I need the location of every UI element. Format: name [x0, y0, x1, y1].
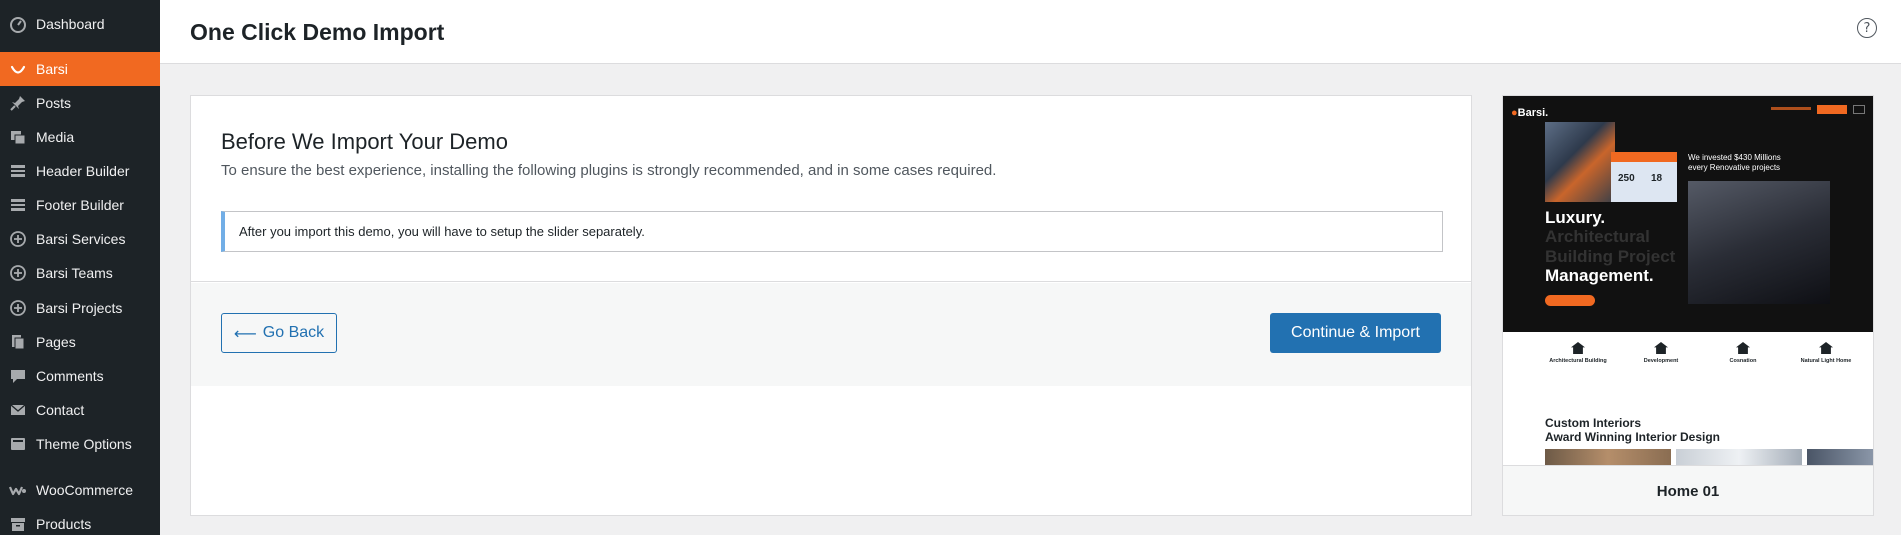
layout-icon — [9, 162, 27, 180]
page-header: One Click Demo Import ? — [160, 0, 1901, 64]
sidebar-item-label: Barsi — [36, 61, 68, 77]
sidebar-item-barsi-services[interactable]: Barsi Services — [0, 222, 160, 256]
preview-interior-image — [1676, 449, 1802, 465]
sidebar-item-header-builder[interactable]: Header Builder — [0, 154, 160, 188]
preview-feature: Natural Light Home — [1786, 342, 1866, 364]
sidebar-item-label: Pages — [36, 334, 76, 350]
preview-logo: ●Barsi. — [1511, 107, 1549, 119]
preview-features: Architectural Building Development Cosna… — [1503, 342, 1873, 392]
sidebar-item-barsi[interactable]: Barsi — [0, 52, 160, 86]
woo-icon — [9, 481, 27, 499]
preview-headline-3: Building Project — [1545, 247, 1676, 266]
plus-circle-icon — [9, 230, 27, 248]
preview-headline-4: Management. — [1545, 266, 1654, 285]
continue-import-button[interactable]: Continue & Import — [1270, 313, 1441, 353]
arrow-left-icon: ⟵ — [233, 323, 257, 343]
import-card: Before We Import Your Demo To ensure the… — [190, 95, 1472, 516]
page-title: One Click Demo Import — [190, 19, 445, 45]
slider-notice: After you import this demo, you will hav… — [221, 211, 1443, 252]
preview-menu-button — [1853, 105, 1865, 114]
layout-icon — [9, 196, 27, 214]
home-icon — [1654, 342, 1668, 354]
go-back-label: Go Back — [262, 324, 325, 341]
action-bar: ⟵ Go Back Continue & Import — [191, 283, 1471, 386]
sidebar-item-comments[interactable]: Comments — [0, 359, 160, 393]
preview-interior-image — [1545, 449, 1671, 465]
sidebar-item-media[interactable]: Media — [0, 120, 160, 154]
sidebar-item-label: Comments — [36, 368, 104, 384]
sidebar-item-label: Header Builder — [36, 163, 130, 179]
preview-header-button — [1817, 105, 1847, 114]
sidebar-item-contact[interactable]: Contact — [0, 393, 160, 427]
sidebar-item-label: Dashboard — [36, 16, 105, 32]
preview-phone-bar — [1771, 107, 1811, 110]
preview-feature: Development — [1621, 342, 1701, 364]
preview-headline-1: Luxury. — [1545, 208, 1606, 227]
notice-text: After you import this demo, you will hav… — [239, 224, 645, 239]
sidebar-item-label: Barsi Projects — [36, 300, 123, 316]
sidebar-item-products[interactable]: Products — [0, 507, 160, 535]
preview-headline-2: Architectural — [1545, 227, 1650, 246]
preview-stat-awards: 18 — [1651, 173, 1663, 184]
preview-interior-image — [1807, 449, 1873, 465]
sidebar-item-label: Products — [36, 516, 92, 532]
sidebar-item-theme-options[interactable]: Theme Options — [0, 427, 160, 461]
preview-building-image — [1545, 122, 1615, 202]
pages-icon — [9, 333, 27, 351]
comment-icon — [9, 367, 27, 385]
preview-tower-image — [1688, 181, 1830, 304]
preview-hero: ●Barsi. 250 18 We invested $430 Millions… — [1503, 96, 1873, 332]
sidebar-item-label: Barsi Teams — [36, 265, 113, 281]
preview-stat-projects: 250 — [1618, 173, 1635, 184]
sidebar-item-pages[interactable]: Pages — [0, 325, 160, 359]
preview-feature: Cosnation — [1703, 342, 1783, 364]
section-heading: Before We Import Your Demo — [221, 129, 508, 154]
help-icon[interactable]: ? — [1857, 18, 1877, 38]
import-intro: Before We Import Your Demo To ensure the… — [191, 96, 1471, 282]
sidebar-item-label: WooCommerce — [36, 482, 133, 498]
sidebar-item-woocommerce[interactable]: WooCommerce — [0, 473, 160, 507]
mail-icon — [9, 401, 27, 419]
archive-icon — [9, 515, 27, 533]
home-icon — [1819, 342, 1833, 354]
admin-sidebar: Dashboard Barsi Posts Media Header Build… — [0, 0, 160, 535]
go-back-button[interactable]: ⟵ Go Back — [221, 313, 337, 353]
plus-circle-icon — [9, 299, 27, 317]
preview-custom-subheading: Award Winning Interior Design — [1545, 430, 1721, 444]
sidebar-item-label: Footer Builder — [36, 197, 124, 213]
smile-icon — [9, 60, 27, 78]
sidebar-item-footer-builder[interactable]: Footer Builder — [0, 188, 160, 222]
preview-cta-button — [1545, 295, 1595, 306]
demo-name: Home 01 — [1503, 465, 1873, 515]
pin-icon — [9, 94, 27, 112]
sidebar-item-posts[interactable]: Posts — [0, 86, 160, 120]
plus-circle-icon — [9, 264, 27, 282]
media-icon — [9, 128, 27, 146]
palette-icon — [9, 435, 27, 453]
preview-feature: Architectural Building — [1538, 342, 1618, 364]
preview-custom-heading: Custom Interiors — [1545, 416, 1642, 430]
sidebar-item-barsi-teams[interactable]: Barsi Teams — [0, 256, 160, 290]
sidebar-item-label: Barsi Services — [36, 231, 126, 247]
sidebar-item-dashboard[interactable]: Dashboard — [0, 7, 160, 41]
sidebar-item-barsi-projects[interactable]: Barsi Projects — [0, 291, 160, 325]
preview-stat-header — [1611, 152, 1677, 162]
sidebar-item-label: Media — [36, 129, 75, 145]
continue-import-label: Continue & Import — [1291, 324, 1420, 341]
sidebar-item-label: Posts — [36, 95, 72, 111]
sidebar-item-label: Theme Options — [36, 436, 132, 452]
home-icon — [1736, 342, 1750, 354]
demo-preview-card[interactable]: ●Barsi. 250 18 We invested $430 Millions… — [1502, 95, 1874, 516]
dashboard-icon — [9, 15, 27, 33]
section-description: To ensure the best experience, installin… — [221, 162, 997, 179]
preview-invest-text: We invested $430 Millions every Renovati… — [1688, 153, 1781, 172]
sidebar-item-label: Contact — [36, 402, 85, 418]
home-icon — [1571, 342, 1585, 354]
